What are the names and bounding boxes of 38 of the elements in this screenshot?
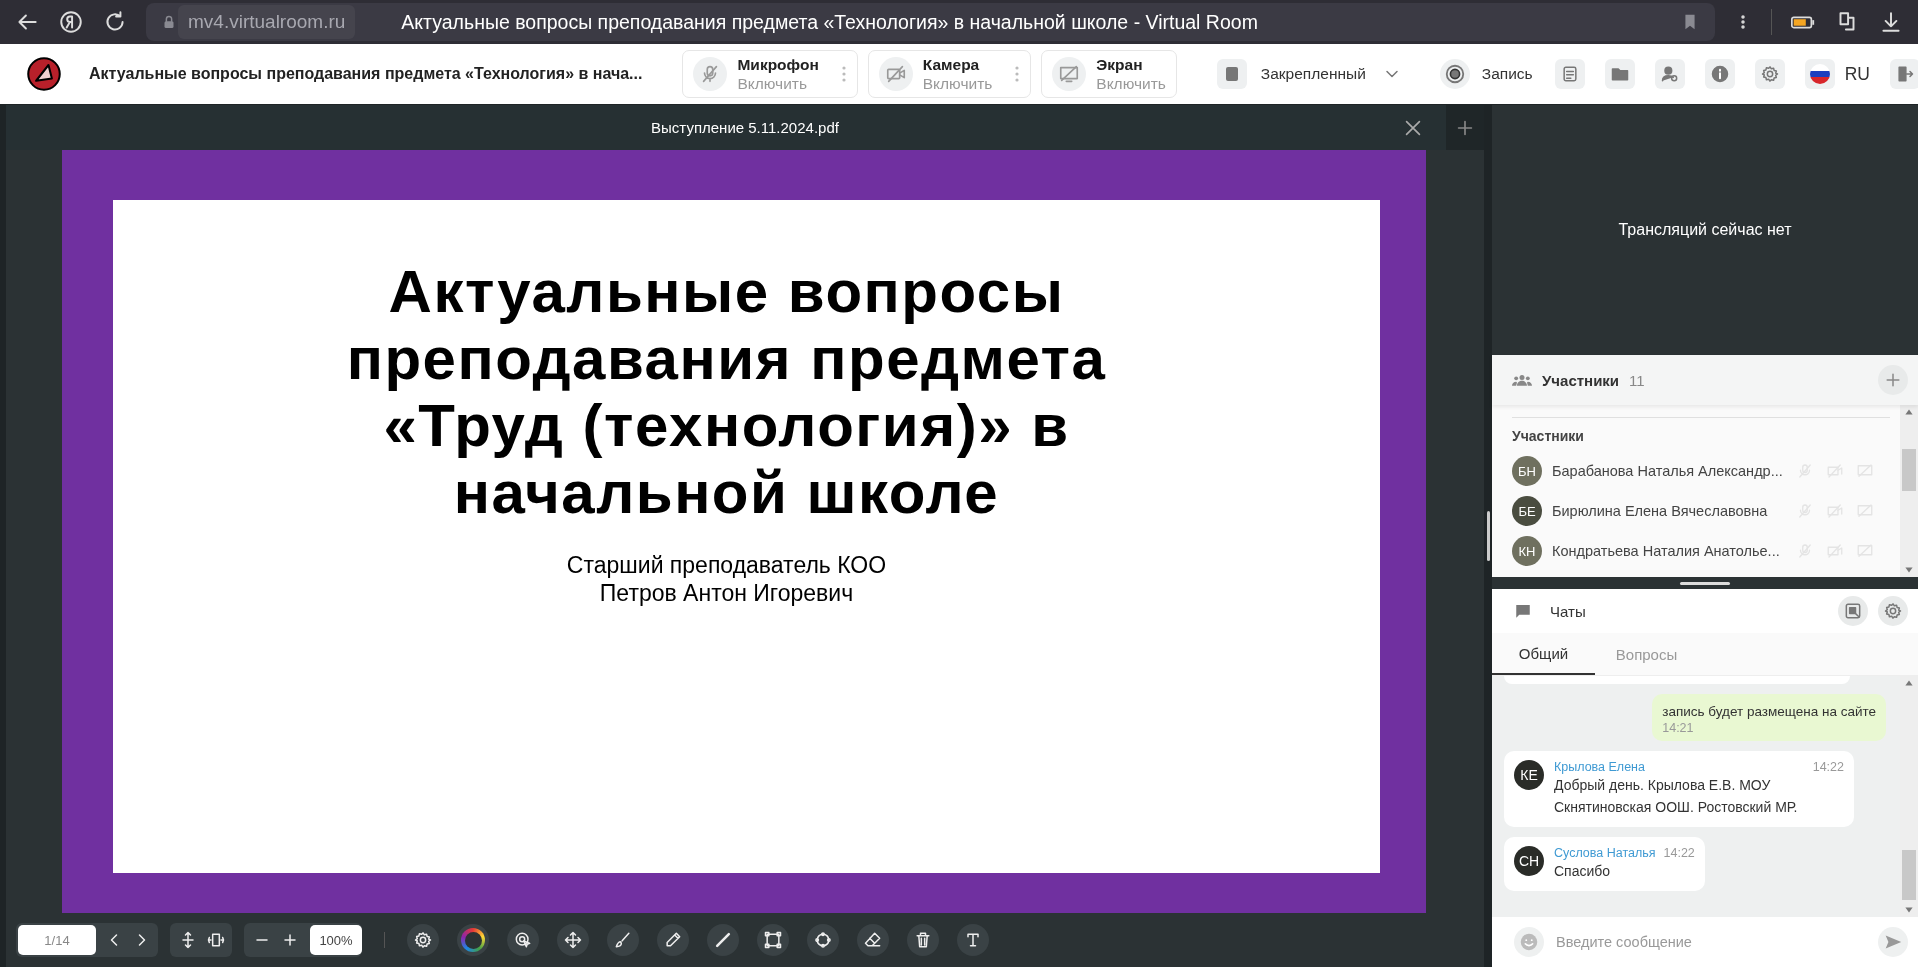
message-time: 14:22 xyxy=(1812,760,1844,774)
participant-row[interactable]: КН Кондратьева Наталия Анатолье... xyxy=(1512,531,1890,571)
page-title: Актуальные вопросы преподавания предмета «Технология» в начальной школе - Virtual Room xyxy=(401,10,1259,34)
participants-count: 11 xyxy=(1629,371,1646,389)
participant-avatar: БН xyxy=(1512,456,1542,486)
no-broadcast-message: Трансляций сейчас нет xyxy=(1618,221,1792,239)
participant-name: Бирюлина Елена Вячеславовна xyxy=(1552,503,1769,519)
group-heading: Участники xyxy=(1512,428,1585,444)
zoom-field[interactable]: 100% xyxy=(310,925,362,955)
author-avatar: СН xyxy=(1514,846,1544,876)
participant-name: Кондратьева Наталия Анатолье... xyxy=(1552,543,1781,559)
meeting-title: Актуальные вопросы преподавания предмета «Технология» в нача... xyxy=(89,65,643,83)
url-text: mv4.virtualroom.ru xyxy=(178,5,356,39)
message-input[interactable]: Введите сообщение xyxy=(1554,933,1868,951)
message-text: Спасибо xyxy=(1554,862,1612,881)
address-bar[interactable]: mv4.virtualroom.ru Актуальные вопросы преподавания предмета «Технология» в начальной школе - Virtual Room xyxy=(146,3,1715,41)
participant-row[interactable]: БЕ Бирюлина Елена Вячеславовна xyxy=(1512,491,1890,531)
record-button[interactable]: Запись xyxy=(1439,59,1533,89)
slide-subtitle: Старший преподаватель КОО Петров Антон Игоревич xyxy=(566,551,887,607)
chat-title: Чаты xyxy=(1550,602,1587,620)
participants-title: Участники xyxy=(1542,371,1620,389)
message-text: Добрый день. Крылова Е.В. МОУ Скнятиновская ООШ. Ростовский МР. xyxy=(1554,776,1799,817)
file-name: Выступление 5.11.2024.pdf xyxy=(651,119,839,136)
message-time: 14:22 xyxy=(1663,846,1695,860)
page-number-field[interactable]: 1/14 xyxy=(18,925,96,955)
layout-dropdown[interactable]: Закрепленный xyxy=(1216,59,1402,89)
message-text: запись будет размещена на сайте xyxy=(1662,704,1876,719)
slide-title: Актуальные вопросы преподавания предмета «Труд (технология)» в начальной школе xyxy=(346,258,1107,526)
camera-toggle-button[interactable]: Камера Включить xyxy=(867,50,1032,98)
participant-avatar: КН xyxy=(1512,536,1542,566)
screen-toggle-button[interactable]: Экран Включить xyxy=(1041,50,1177,98)
language-label[interactable]: RU xyxy=(1844,63,1870,85)
participant-avatar: БЕ xyxy=(1512,496,1542,526)
author-avatar: КЕ xyxy=(1514,760,1544,790)
mic-toggle-button[interactable]: Микрофон Включить xyxy=(682,50,858,98)
participant-name: Барабанова Наталья Александр... xyxy=(1552,463,1784,479)
message-time: 14:21 xyxy=(1662,721,1695,735)
participant-row[interactable]: БН Барабанова Наталья Александр... xyxy=(1512,451,1890,491)
